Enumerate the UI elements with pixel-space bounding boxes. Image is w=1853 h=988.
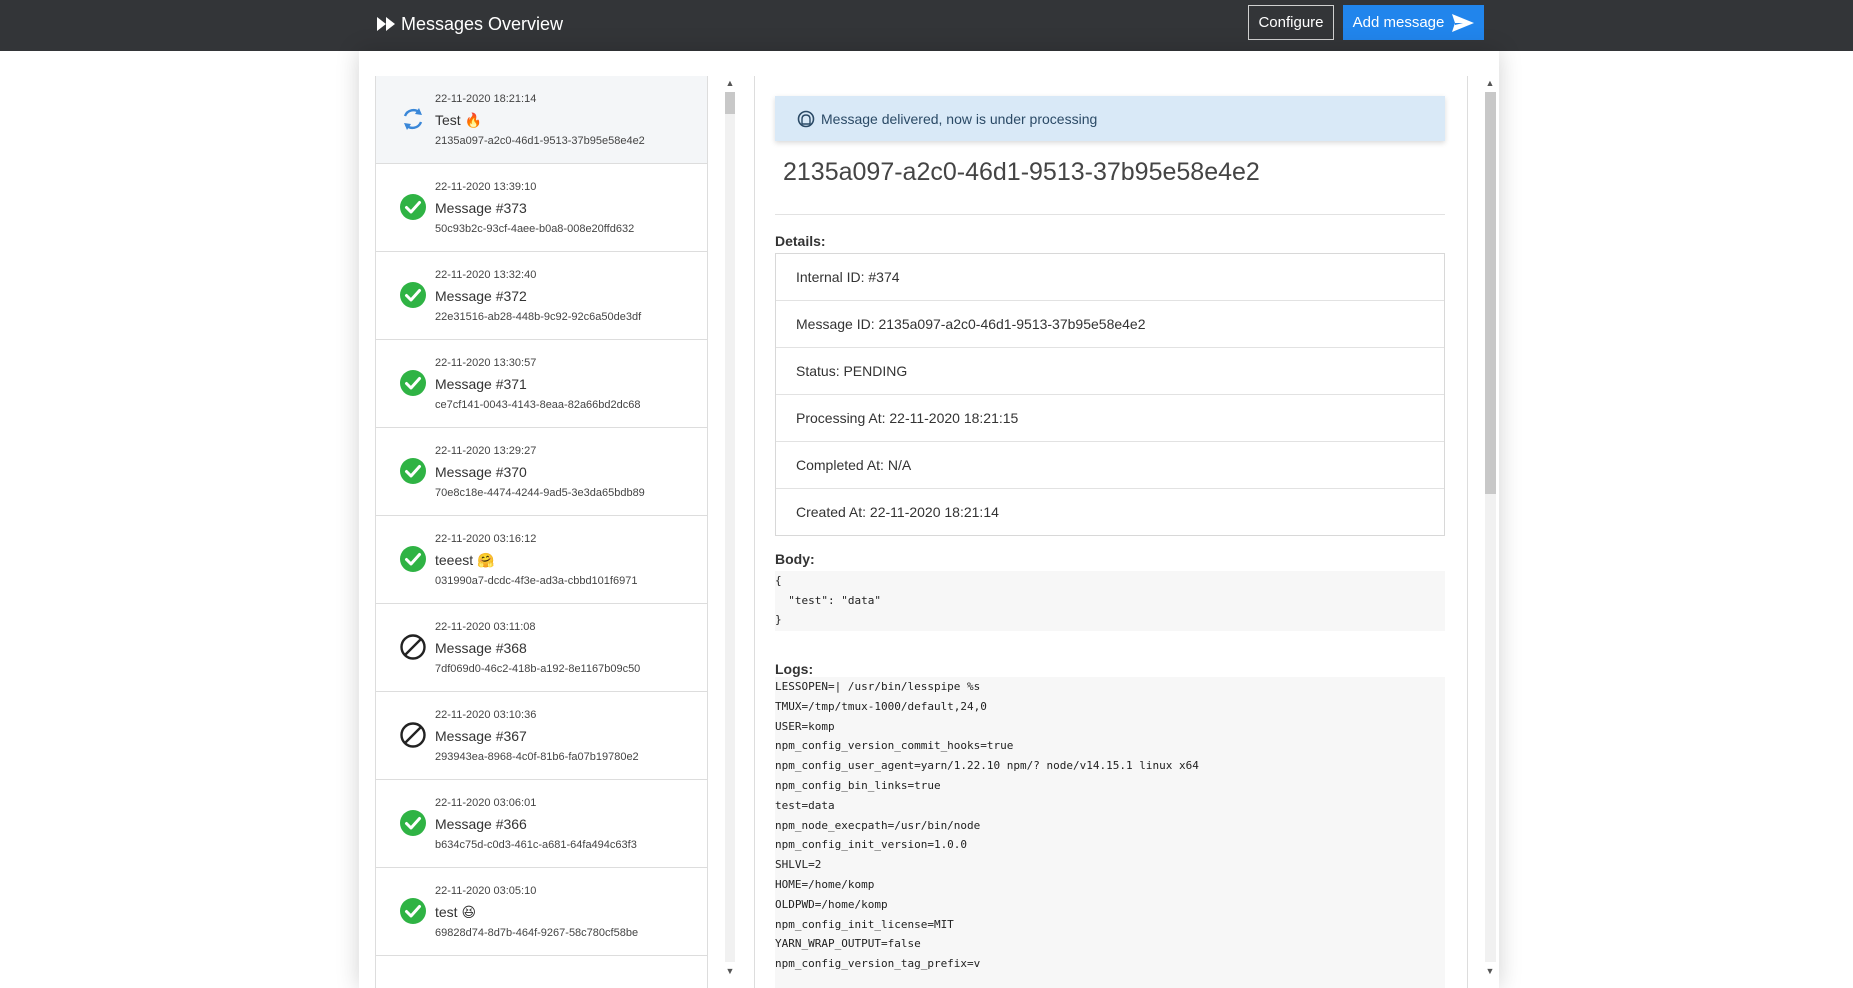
check-icon <box>398 456 428 486</box>
scrollbar-track[interactable] <box>725 92 735 962</box>
scroll-down-arrow-icon[interactable]: ▼ <box>725 966 735 976</box>
message-title: Message #370 <box>435 464 527 480</box>
message-list-item[interactable]: 22-11-2020 13:30:57 Message #371 ce7cf141… <box>376 340 707 428</box>
message-uuid: 70e8c18e-4474-4244-9ad5-3e3da65bdb89 <box>435 487 645 499</box>
message-detail: Message delivered, now is under processi… <box>754 76 1468 988</box>
message-title-text: teeest <box>435 552 474 568</box>
message-list-item[interactable]: 22-11-2020 13:39:10 Message #373 50c93b2c… <box>376 164 707 252</box>
details-table: Internal ID: #374 Message ID: 2135a097-a2… <box>775 253 1445 536</box>
message-title: Test 🔥 <box>435 112 482 129</box>
message-uuid: 7df069d0-46c2-418b-a192-8e1167b09c50 <box>435 663 641 675</box>
blocked-icon <box>398 632 428 662</box>
message-emoji: 🤗 <box>477 552 495 568</box>
message-uuid: 69828d74-8d7b-464f-9267-58c780cf58be <box>435 927 639 939</box>
message-title: Message #373 <box>435 200 527 216</box>
divider <box>775 214 1445 215</box>
message-date: 22-11-2020 13:30:57 <box>435 357 537 369</box>
check-icon <box>398 280 428 310</box>
message-title-text: Message #370 <box>435 464 527 480</box>
message-date: 22-11-2020 03:06:01 <box>435 797 537 809</box>
add-message-button[interactable]: Add message <box>1343 5 1484 40</box>
detail-row: Internal ID: #374 <box>776 254 1444 301</box>
scroll-down-arrow-icon[interactable]: ▼ <box>1485 966 1495 976</box>
message-uuid: 50c93b2c-93cf-4aee-b0a8-008e20ffd632 <box>435 223 635 235</box>
message-title: Message #368 <box>435 640 527 656</box>
message-date: 22-11-2020 03:16:12 <box>435 533 537 545</box>
logs-label: Logs: <box>775 661 814 677</box>
message-date: 22-11-2020 03:11:08 <box>435 621 536 633</box>
scroll-up-arrow-icon[interactable]: ▲ <box>1485 78 1495 88</box>
message-uuid: 2135a097-a2c0-46d1-9513-37b95e58e4e2 <box>435 135 645 147</box>
message-id-heading: 2135a097-a2c0-46d1-9513-37b95e58e4e2 <box>783 158 1260 186</box>
message-title: Message #367 <box>435 728 527 744</box>
app-title: Messages Overview <box>401 13 564 34</box>
body-code: { "test": "data" } <box>775 571 1445 631</box>
message-list-item[interactable]: 22-11-2020 13:29:27 Message #370 70e8c18e… <box>376 428 707 516</box>
message-list-item[interactable]: 22-11-2020 03:11:08 Message #368 7df069d0… <box>376 604 707 692</box>
message-uuid: b634c75d-c0d3-461c-a681-64fa494c63f3 <box>435 839 637 851</box>
message-date: 22-11-2020 03:05:10 <box>435 885 537 897</box>
scrollbar-thumb[interactable] <box>725 92 735 114</box>
scrollbar-thumb[interactable] <box>1485 92 1496 494</box>
message-list-item[interactable]: 22-11-2020 03:05:10 test 😆 69828d74-8d7b-4… <box>376 868 707 956</box>
message-uuid: ce7cf141-0043-4143-8eaa-82a66bd2dc68 <box>435 399 641 411</box>
message-title-text: Message #367 <box>435 728 527 744</box>
detail-row: Created At: 22-11-2020 18:21:14 <box>796 504 999 520</box>
message-list-item[interactable]: 22-11-2020 13:32:40 Message #372 22e31516… <box>376 252 707 340</box>
list-scrollbar[interactable]: ▲ ▼ <box>722 76 738 978</box>
check-icon <box>398 544 428 574</box>
top-navbar <box>0 0 1853 51</box>
message-emoji: 😆 <box>461 904 477 920</box>
message-list-item[interactable]: 22-11-2020 03:16:12 teeest 🤗 031990a7-dcdc… <box>376 516 707 604</box>
message-title-text: Message #368 <box>435 640 527 656</box>
message-date: 22-11-2020 13:32:40 <box>435 269 537 281</box>
message-title-text: Message #371 <box>435 376 527 392</box>
message-title-text: Test <box>435 112 461 128</box>
body-label: Body: <box>775 551 815 567</box>
message-title: Message #371 <box>435 376 527 392</box>
blocked-icon <box>398 720 428 750</box>
detail-row: Processing At: 22-11-2020 18:21:15 <box>776 395 1444 442</box>
detail-row: Status: PENDING <box>776 348 1444 395</box>
message-title-text: Message #373 <box>435 200 527 216</box>
check-icon <box>398 896 428 926</box>
message-list-item[interactable]: 22-11-2020 03:10:36 Message #367 293943ea… <box>376 692 707 780</box>
hourglass-icon <box>797 110 815 127</box>
message-uuid: 22e31516-ab28-448b-9c92-92c6a50de3df <box>435 311 642 323</box>
detail-row: Message ID: 2135a097-a2c0-46d1-9513-37b9… <box>776 301 1444 348</box>
add-message-label: Add message <box>1352 14 1445 31</box>
message-title: Message #372 <box>435 288 527 304</box>
status-alert-text: Message delivered, now is under processi… <box>821 110 1098 127</box>
message-list[interactable]: 22-11-2020 18:21:14 Test 🔥 2135a097-a2c0-4… <box>375 76 708 988</box>
logs-code: LESSOPEN=| /usr/bin/lesspipe %s TMUX=/tm… <box>775 677 1445 988</box>
check-icon <box>398 368 428 398</box>
message-title: Message #366 <box>435 816 527 832</box>
message-title-text: Message #372 <box>435 288 527 304</box>
message-date: 22-11-2020 18:21:14 <box>435 93 537 105</box>
send-icon <box>1452 13 1475 32</box>
refresh-icon <box>398 104 428 134</box>
message-list-item[interactable]: 22-11-2020 03:06:01 Message #366 b634c75d… <box>376 780 707 868</box>
configure-button[interactable]: Configure <box>1248 5 1334 40</box>
fast-forward-icon <box>377 17 395 31</box>
check-icon <box>398 808 428 838</box>
app-brand[interactable]: Messages Overview <box>377 0 563 48</box>
message-title: teeest 🤗 <box>435 552 494 569</box>
message-date: 22-11-2020 13:29:27 <box>435 445 537 457</box>
message-emoji: 🔥 <box>464 112 483 128</box>
message-title-text: Message #366 <box>435 816 527 832</box>
message-title-text: test <box>435 904 458 920</box>
message-date: 22-11-2020 13:39:10 <box>435 181 537 193</box>
scroll-up-arrow-icon[interactable]: ▲ <box>725 78 735 88</box>
message-date: 22-11-2020 03:10:36 <box>435 709 537 721</box>
detail-row: Completed At: N/A <box>776 442 1444 489</box>
message-uuid: 031990a7-dcdc-4f3e-ad3a-cbbd101f6971 <box>435 575 638 587</box>
details-label: Details: <box>775 233 826 249</box>
status-alert: Message delivered, now is under processi… <box>775 96 1445 141</box>
message-list-item[interactable]: 22-11-2020 18:21:14 Test 🔥 2135a097-a2c0-4… <box>376 76 707 164</box>
message-uuid: 293943ea-8968-4c0f-81b6-fa07b19780e2 <box>435 751 639 763</box>
message-title: test 😆 <box>435 904 476 921</box>
detail-scrollbar[interactable]: ▲ ▼ <box>1482 76 1498 978</box>
check-icon <box>398 192 428 222</box>
